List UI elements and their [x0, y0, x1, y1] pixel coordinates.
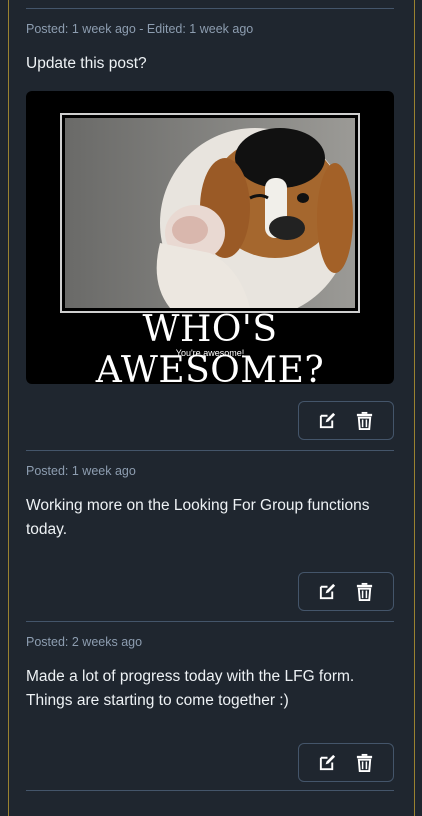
post-divider	[26, 790, 394, 791]
edit-button[interactable]	[314, 578, 342, 606]
post-feed: Posted: 1 week ago - Edited: 1 week ago …	[26, 0, 394, 791]
panel-border-right	[414, 0, 415, 816]
puppy-photo	[65, 118, 355, 318]
meme-caption-subtitle: You're awesome!	[175, 348, 245, 358]
trash-icon	[356, 753, 373, 772]
post-meta: Posted: 1 week ago	[26, 464, 136, 478]
post-action-group	[298, 572, 394, 611]
post-divider	[26, 621, 394, 622]
post-body: Made a lot of progress today with the LF…	[26, 668, 355, 709]
edit-icon	[319, 412, 336, 429]
delete-button[interactable]	[351, 749, 379, 777]
post-actions	[26, 572, 394, 611]
post-action-group	[298, 401, 394, 440]
delete-button[interactable]	[351, 578, 379, 606]
post-meta: Posted: 2 weeks ago	[26, 635, 143, 649]
trash-icon	[356, 411, 373, 430]
post-divider	[26, 8, 394, 9]
post-action-group	[298, 743, 394, 782]
post-item: Posted: 1 week ago Working more on the L…	[26, 464, 394, 611]
edit-button[interactable]	[314, 749, 342, 777]
post-body: Update this post?	[26, 55, 147, 72]
meme-caption-title: WHO'S AWESOME?	[95, 309, 325, 384]
post-actions	[26, 743, 394, 782]
edit-icon	[319, 754, 336, 771]
edit-button[interactable]	[314, 407, 342, 435]
panel-border-left	[8, 0, 9, 816]
post-image: WHO'S AWESOME? You're awesome!	[26, 91, 394, 384]
post-body: Working more on the Looking For Group fu…	[26, 497, 370, 538]
post-actions	[26, 401, 394, 440]
meme-photo-frame	[60, 113, 360, 318]
post-divider	[26, 450, 394, 451]
trash-icon	[356, 582, 373, 601]
delete-button[interactable]	[351, 407, 379, 435]
post-item: Posted: 2 weeks ago Made a lot of progre…	[26, 635, 394, 782]
edit-icon	[319, 583, 336, 600]
post-item: Posted: 1 week ago - Edited: 1 week ago …	[26, 22, 394, 440]
post-meta: Posted: 1 week ago - Edited: 1 week ago	[26, 22, 254, 36]
